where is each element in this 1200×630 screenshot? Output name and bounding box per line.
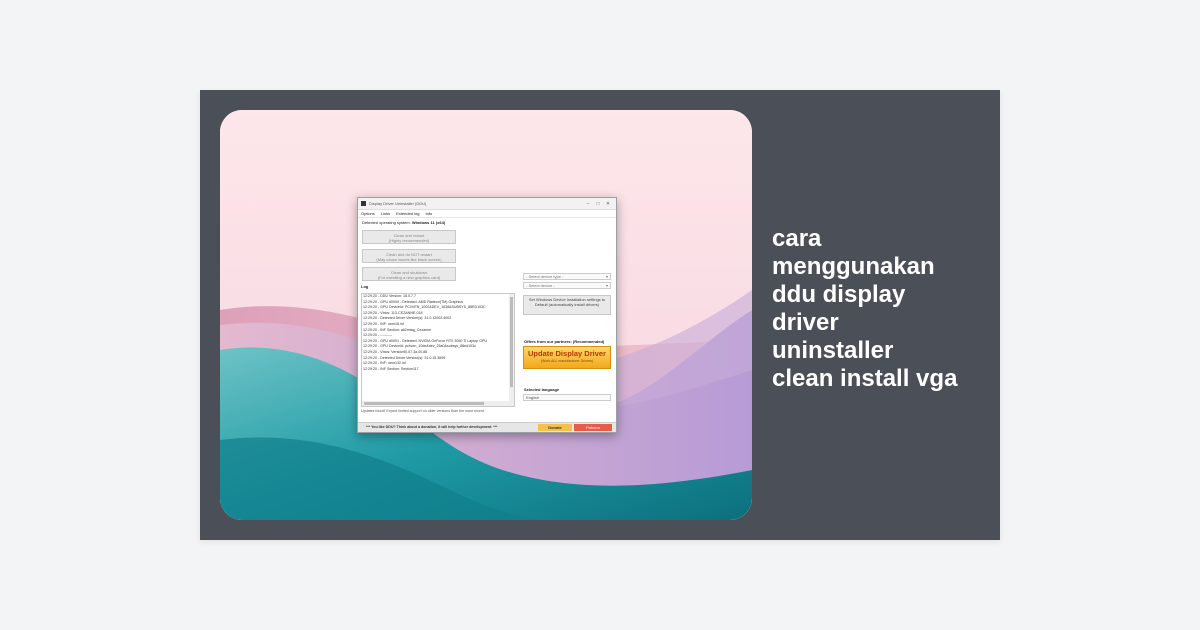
clean-restart-sub: (Highly recommended) xyxy=(388,238,430,243)
window-title: Display Driver Uninstaller (DDU) xyxy=(369,201,427,206)
patreon-button[interactable]: Patreon xyxy=(574,424,612,431)
donation-message: *** You like DDU? Think about a donation… xyxy=(366,425,498,429)
log-box[interactable]: 12:29:20 - DDU Version: 18.0.7.7 12:29:2… xyxy=(361,293,515,407)
os-detection: Detected operating system: Windows 11 (x… xyxy=(358,218,616,227)
os-value: Windows 11 (x64) xyxy=(411,220,446,225)
clean-shutdown-button[interactable]: Clean and shutdown (For installing a new… xyxy=(362,267,456,281)
window-titlebar[interactable]: Display Driver Uninstaller (DDU) – □ ✕ xyxy=(358,198,616,210)
language-value: English xyxy=(526,395,540,400)
article-thumbnail[interactable]: Display Driver Uninstaller (DDU) – □ ✕ O… xyxy=(220,110,752,520)
title-line: clean install vga xyxy=(772,365,958,392)
title-line: ddu display xyxy=(772,281,906,308)
log-title: Log xyxy=(361,284,369,289)
ddu-window[interactable]: Display Driver Uninstaller (DDU) – □ ✕ O… xyxy=(357,197,617,433)
minimize-icon[interactable]: – xyxy=(583,201,593,207)
article-title[interactable]: cara menggunakan ddu display driver unin… xyxy=(772,225,982,393)
maximize-icon[interactable]: □ xyxy=(593,201,603,207)
device-type-select[interactable]: - Select device type - ▾ xyxy=(523,273,611,280)
donation-bar: *** You like DDU? Think about a donation… xyxy=(358,422,616,432)
update-display-driver-button[interactable]: Update Display Driver (Work ALL manufact… xyxy=(523,346,611,369)
language-label: Selected language xyxy=(524,387,560,392)
menu-bar: Options Links Extended log Info xyxy=(358,210,616,218)
log-horizontal-scrollbar[interactable] xyxy=(362,401,514,406)
title-line: cara xyxy=(772,225,822,252)
update-display-driver-sub: (Work ALL manufacturer Drivers) xyxy=(540,359,594,363)
device-value: - Select device - xyxy=(526,283,555,288)
menu-options[interactable]: Options xyxy=(361,211,375,216)
clean-no-restart-button[interactable]: Clean and do NOT restart (May cause issu… xyxy=(362,249,456,263)
title-line: uninstaller xyxy=(772,337,894,364)
log-line: 12:29:20 - INF Section: Section117 xyxy=(363,366,419,371)
update-display-driver-label: Update Display Driver xyxy=(528,349,606,358)
os-label: Detected operating system: xyxy=(362,220,411,225)
offers-label: Offers from our partners: (Recommended) xyxy=(524,339,605,344)
close-icon[interactable]: ✕ xyxy=(603,201,613,207)
ddu-app-icon xyxy=(361,201,366,206)
language-select[interactable]: English xyxy=(523,394,611,401)
chevron-down-icon: ▾ xyxy=(605,283,608,288)
clean-restart-button[interactable]: Clean and restart (Highly recommended) xyxy=(362,230,456,244)
donate-button[interactable]: Donate xyxy=(538,424,572,431)
chevron-down-icon: ▾ xyxy=(605,274,608,279)
menu-extended-log[interactable]: Extended log xyxy=(396,211,419,216)
update-footnote: Updates found! Expect limited support on… xyxy=(361,409,485,413)
menu-links[interactable]: Links xyxy=(381,211,390,216)
set-default-install-settings-button[interactable]: Set Windows Device Installation settings… xyxy=(523,295,611,315)
title-line: driver xyxy=(772,309,839,336)
log-vertical-scrollbar[interactable] xyxy=(509,294,514,406)
title-line: menggunakan xyxy=(772,253,935,280)
device-select[interactable]: - Select device - ▾ xyxy=(523,282,611,289)
clean-no-restart-sub: (May cause issues like black screen) xyxy=(376,257,442,262)
clean-shutdown-sub: (For installing a new graphics card) xyxy=(377,275,441,280)
article-card[interactable]: Display Driver Uninstaller (DDU) – □ ✕ O… xyxy=(200,90,1000,540)
device-type-value: - Select device type - xyxy=(526,274,564,279)
menu-info[interactable]: Info xyxy=(426,211,433,216)
